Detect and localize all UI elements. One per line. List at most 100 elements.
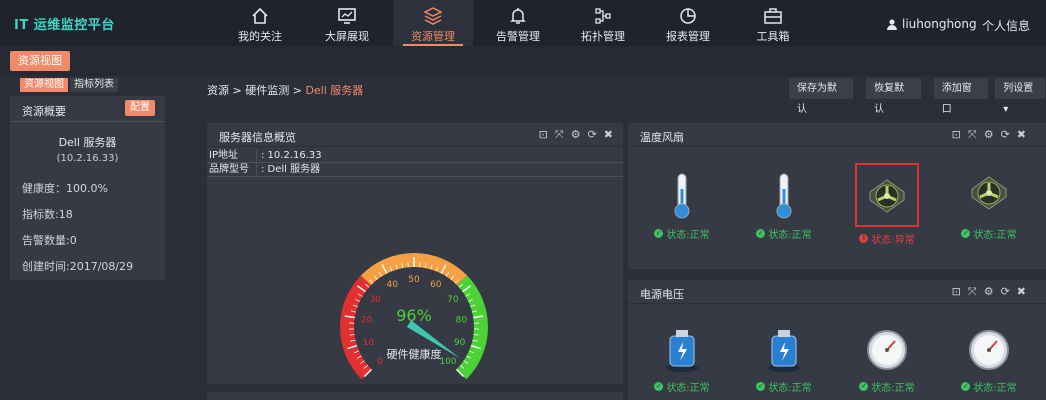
home-icon <box>252 7 268 24</box>
monitor-icon <box>338 8 356 24</box>
profile-link[interactable]: 个人信息 <box>982 17 1030 34</box>
nav-alarm-mgmt[interactable]: 告警管理 <box>478 0 558 46</box>
device-item[interactable]: ✓ 状态:正常 <box>739 171 829 241</box>
panel-header: 电源电压 ⊡ ⤧ ⚙ ⟳ ✖ <box>628 280 1046 304</box>
status-text: 状态:正常 <box>768 383 812 394</box>
gear-icon[interactable]: ⚙ <box>984 285 994 299</box>
next-panel-edge <box>207 392 623 400</box>
device-item[interactable]: ✓ 状态:正常 <box>739 326 829 394</box>
bell-icon <box>510 8 526 24</box>
layout-toolbar: 保存为默认 恢复默认 添加窗口 列设置 ▾ <box>789 78 1046 115</box>
breadcrumb: 资源 > 硬件监测 > Dell 服务器 <box>207 82 363 98</box>
metric-count-row: 指标数:18 <box>22 208 73 221</box>
gauge-tick-label: 0 <box>377 357 383 367</box>
status-label: ! 状态:异常 <box>842 231 932 246</box>
health-gauge: 010 20 30 40 50 60 70 80 90 100 96% 硬件健康度 <box>340 253 488 380</box>
gear-icon[interactable]: ⚙ <box>984 128 994 142</box>
nav-report-mgmt[interactable]: 报表管理 <box>648 0 728 46</box>
nav-my-focus[interactable]: 我的关注 <box>220 0 300 46</box>
alert-icon: ! <box>859 234 869 243</box>
app-logo: IT 运维监控平台 <box>14 18 115 33</box>
add-window-button[interactable]: 添加窗口 <box>933 78 990 115</box>
restore-default-button[interactable]: 恢复默认 <box>866 78 922 115</box>
save-default-button[interactable]: 保存为默认 <box>789 78 855 115</box>
breadcrumb-root[interactable]: 资源 <box>207 84 229 97</box>
check-icon: ✓ <box>654 382 664 391</box>
nav-label: 报表管理 <box>666 30 710 43</box>
resource-view-tab[interactable]: 资源视图 <box>10 51 70 71</box>
panel-actions: ⊡ ⤧ ⚙ ⟳ ✖ <box>952 285 1026 299</box>
fan-icon <box>869 179 905 213</box>
close-icon[interactable]: ✖ <box>1017 128 1026 142</box>
tab-resource-view[interactable]: 资源视图 <box>20 78 68 92</box>
refresh-icon[interactable]: ⟳ <box>1001 285 1010 299</box>
panel-actions: ⊡ ⤧ ⚙ ⟳ ✖ <box>952 128 1026 142</box>
gauge-label: 硬件健康度 <box>387 347 442 361</box>
device-item[interactable]: ✓ 状态:正常 <box>944 171 1034 241</box>
status-label: ✓ 状态:正常 <box>739 379 829 394</box>
gauge-tick-label: 70 <box>447 295 459 305</box>
user-menu[interactable]: liuhonghong <box>886 17 977 31</box>
status-label: ✓ 状态:正常 <box>944 226 1034 241</box>
status-label: ✓ 状态:正常 <box>944 379 1034 394</box>
nav-big-screen[interactable]: 大屏展现 <box>307 0 387 46</box>
minimize-icon[interactable]: ⊡ <box>952 285 961 299</box>
status-text: 状态:异常 <box>871 235 915 246</box>
nav-label: 我的关注 <box>238 30 282 43</box>
device-item[interactable]: ✓ 状态:正常 <box>842 328 932 394</box>
caret-down-icon: ▾ <box>1003 104 1009 115</box>
fan-icon <box>971 176 1007 210</box>
expand-icon[interactable]: ⤧ <box>555 128 564 142</box>
refresh-icon[interactable]: ⟳ <box>1001 128 1010 142</box>
nav-label: 告警管理 <box>496 30 540 43</box>
column-settings-button[interactable]: 列设置 ▾ <box>995 78 1046 115</box>
voltmeter-icon <box>867 330 907 370</box>
device-item[interactable]: ✓ 状态:正常 <box>637 171 727 241</box>
device-item[interactable]: ✓ 状态:正常 <box>944 328 1034 394</box>
minimize-icon[interactable]: ⊡ <box>539 128 548 142</box>
power-voltage-panel: 电源电压 ⊡ ⤧ ⚙ ⟳ ✖ ✓ 状态:正常 ✓ 状态:正常 ✓ 状态:正常 ✓… <box>628 280 1046 400</box>
thermometer-icon <box>674 173 690 219</box>
alert-frame <box>855 163 919 227</box>
panel-title: 电源电压 <box>640 288 684 301</box>
close-icon[interactable]: ✖ <box>604 128 613 142</box>
temp-fan-panel: 温度风扇 ⊡ ⤧ ⚙ ⟳ ✖ ✓ 状态:正常 ✓ 状态:正常 ! 状态:异常 ✓… <box>628 123 1046 269</box>
gauge-tick-label: 80 <box>456 315 468 325</box>
status-text: 状态:正常 <box>973 383 1017 394</box>
nav-label: 资源管理 <box>411 30 455 43</box>
tab-metric-list[interactable]: 指标列表 <box>70 78 118 92</box>
expand-icon[interactable]: ⤧ <box>968 128 977 142</box>
gauge-value: 96% <box>396 306 432 325</box>
device-name: Dell 服务器 <box>58 136 117 149</box>
panel-header: 资源概要 配置 <box>10 96 165 122</box>
device-item-alert[interactable]: ! 状态:异常 <box>842 163 932 246</box>
nav-label: 工具箱 <box>756 30 790 43</box>
panel-title: 温度风扇 <box>640 131 684 144</box>
battery-icon <box>768 330 800 372</box>
resource-summary-panel: 资源概要 配置 Dell 服务器 (10.2.16.33) 健康度：100.0%… <box>10 96 165 280</box>
nav-toolbox[interactable]: 工具箱 <box>733 0 813 46</box>
check-icon: ✓ <box>654 229 664 238</box>
close-icon[interactable]: ✖ <box>1017 285 1026 299</box>
left-tabs: 资源视图 指标列表 <box>20 78 118 92</box>
config-button[interactable]: 配置 <box>125 100 155 116</box>
device-item[interactable]: ✓ 状态:正常 <box>637 326 727 394</box>
check-icon: ✓ <box>961 382 971 391</box>
expand-icon[interactable]: ⤧ <box>968 285 977 299</box>
breadcrumb-mid[interactable]: 硬件监测 <box>245 84 289 97</box>
breadcrumb-sep: > <box>229 84 246 97</box>
nav-resource-mgmt[interactable]: 资源管理 <box>393 0 473 46</box>
minimize-icon[interactable]: ⊡ <box>952 128 961 142</box>
battery-icon <box>666 330 698 372</box>
gear-icon[interactable]: ⚙ <box>571 128 581 142</box>
nav-topology-mgmt[interactable]: 拓扑管理 <box>563 0 643 46</box>
breadcrumb-sep: > <box>289 84 306 97</box>
info-value: : Dell 服务器 <box>261 164 321 175</box>
status-label: ✓ 状态:正常 <box>637 226 727 241</box>
top-nav: IT 运维监控平台 我的关注 大屏展现 资源管理 告警管理 拓扑管理 报表管理 … <box>0 0 1046 46</box>
status-text: 状态:正常 <box>973 230 1017 241</box>
refresh-icon[interactable]: ⟳ <box>588 128 597 142</box>
panel-actions: ⊡ ⤧ ⚙ ⟳ ✖ <box>539 128 613 142</box>
toolbox-icon <box>764 8 782 24</box>
thermometer-icon <box>776 173 792 219</box>
